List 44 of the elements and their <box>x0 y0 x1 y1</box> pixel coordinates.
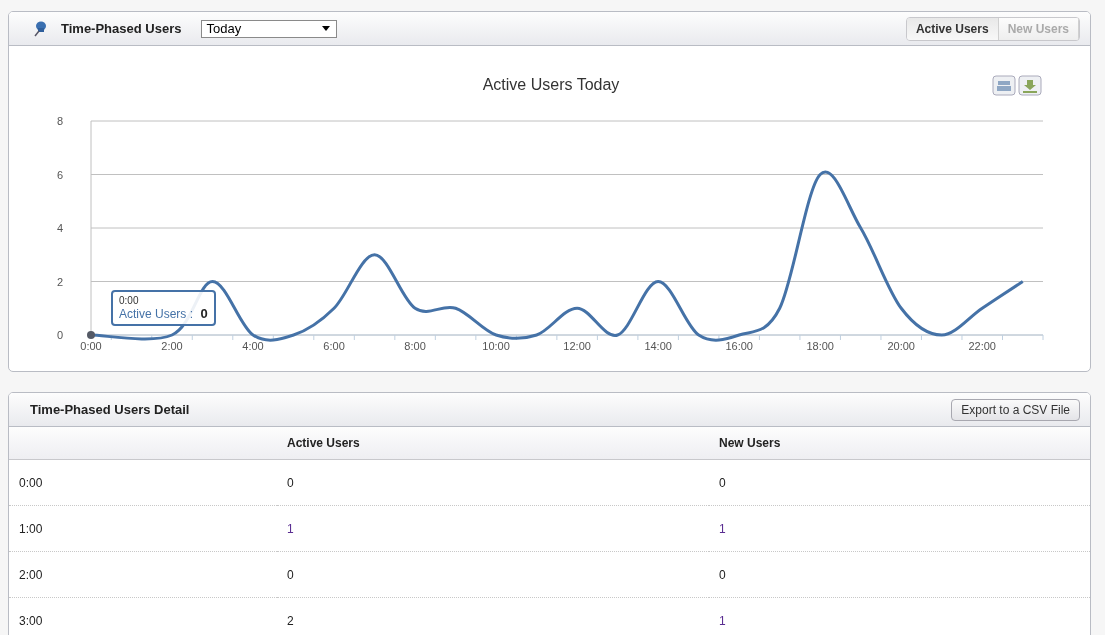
data-point <box>87 331 95 339</box>
print-icon[interactable] <box>992 75 1016 96</box>
caret-icon <box>322 26 331 31</box>
table-cell: 2 <box>277 598 709 635</box>
x-axis-label: 14:00 <box>644 340 672 352</box>
column-header: New Users <box>709 427 1090 460</box>
export-button[interactable]: Export to a CSV File <box>951 398 1080 421</box>
table-cell: 3:00 <box>9 598 277 635</box>
table-link[interactable]: 1 <box>277 506 709 552</box>
x-axis-label: 22:00 <box>968 340 996 352</box>
x-axis-label: 4:00 <box>242 340 264 352</box>
toggle-tab[interactable]: Active Users <box>906 17 999 40</box>
table-cell: 0 <box>709 460 1090 506</box>
y-axis-label: 6 <box>56 168 63 181</box>
y-axis-label: 4 <box>56 222 63 234</box>
table-cell: 0:00 <box>9 460 277 506</box>
y-axis-label: 0 <box>56 329 63 341</box>
x-axis-label: 10:00 <box>482 340 510 352</box>
x-axis-label: 18:00 <box>806 340 834 352</box>
table-cell: 0 <box>277 460 709 506</box>
y-axis-label: 8 <box>56 115 63 127</box>
x-axis-label: 8:00 <box>404 340 426 352</box>
table-cell: 2:00 <box>9 552 277 598</box>
tooltip-time: 0:00 <box>119 295 140 306</box>
x-axis-label: 16:00 <box>725 340 753 352</box>
x-axis-label: 20:00 <box>887 340 915 352</box>
column-header: Active Users <box>277 427 709 460</box>
x-axis-label: 0:00 <box>80 340 102 352</box>
tooltip-value: Active Users : 0 <box>119 306 208 321</box>
table-cell: 1:00 <box>9 506 277 552</box>
table-link[interactable]: 1 <box>709 506 1090 552</box>
table-cell: 0 <box>277 552 709 598</box>
y-axis-label: 2 <box>56 275 63 288</box>
x-axis-label: 2:00 <box>161 340 183 352</box>
chart-title: Active Users Today <box>482 76 620 93</box>
period-dropdown[interactable]: Today <box>201 19 338 38</box>
panel-title: Time-Phased Users Detail <box>30 402 190 417</box>
panel-title: Time-Phased Users <box>61 21 182 36</box>
x-axis-label: 6:00 <box>323 340 345 352</box>
table-link[interactable]: 1 <box>709 598 1090 635</box>
table-cell: 0 <box>709 552 1090 598</box>
download-icon[interactable] <box>1018 75 1042 96</box>
pushpin-icon <box>33 20 47 37</box>
x-axis-label: 12:00 <box>563 340 591 352</box>
